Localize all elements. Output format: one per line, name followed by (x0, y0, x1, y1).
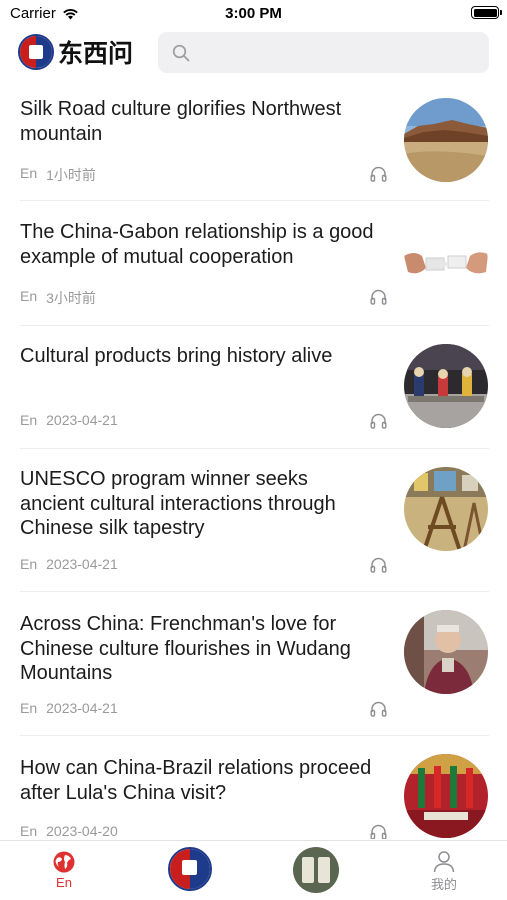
news-item[interactable]: The China-Gabon relationship is a good e… (0, 202, 507, 326)
news-title: How can China-Brazil relations proceed a… (20, 757, 372, 804)
tab-label: En (56, 875, 72, 890)
headphones-icon[interactable] (370, 557, 387, 573)
news-thumbnail (404, 467, 488, 551)
news-title: Cultural products bring history alive (20, 345, 333, 367)
status-bar: Carrier 3:00 PM (0, 0, 507, 28)
news-lang: En (20, 823, 38, 839)
news-thumbnail (404, 98, 488, 182)
status-time: 3:00 PM (225, 5, 282, 22)
news-meta: En 1小时前 (20, 165, 96, 185)
news-thumbnail (404, 610, 488, 694)
globe-icon (53, 851, 75, 873)
hanxue-seal-icon (293, 847, 339, 893)
news-time: 2023-04-21 (46, 700, 118, 716)
news-meta: En 2023-04-21 (20, 412, 118, 428)
news-title: Silk Road culture glorifies Northwest mo… (20, 98, 342, 145)
headphones-icon[interactable] (370, 413, 387, 429)
news-time: 2023-04-21 (46, 556, 118, 572)
news-meta: En 2023-04-21 (20, 700, 118, 716)
news-time: 1小时前 (46, 167, 96, 183)
news-meta: En 2023-04-20 (20, 823, 118, 839)
news-item[interactable]: How can China-Brazil relations proceed a… (0, 736, 507, 839)
headphones-icon[interactable] (370, 289, 387, 305)
news-item[interactable]: Silk Road culture glorifies Northwest mo… (0, 82, 507, 202)
headphones-icon[interactable] (370, 824, 387, 839)
news-meta: En 3小时前 (20, 288, 96, 308)
news-meta: En 2023-04-21 (20, 556, 118, 572)
news-title: UNESCO program winner seeks ancient cult… (20, 468, 336, 539)
dongxiwen-logo-icon (18, 34, 54, 70)
news-item[interactable]: Cultural products bring history alive En… (0, 326, 507, 448)
tab-bar: En 我的 (0, 840, 507, 900)
app-header: 东西问 (0, 30, 507, 76)
news-lang: En (20, 412, 38, 428)
headphones-icon[interactable] (370, 166, 387, 182)
tab-dongxiwen[interactable] (130, 841, 250, 900)
news-time: 2023-04-20 (46, 823, 118, 839)
news-lang: En (20, 556, 38, 572)
battery-icon (471, 6, 502, 19)
news-title: Across China: Frenchman's love for Chine… (20, 613, 351, 684)
news-thumbnail (404, 344, 488, 428)
tab-label: 我的 (430, 877, 457, 892)
tab-en[interactable]: En (4, 841, 124, 900)
divider (20, 200, 489, 201)
search-input[interactable] (158, 32, 489, 73)
tab-hanxue[interactable] (256, 841, 376, 900)
news-title: The China-Gabon relationship is a good e… (20, 221, 374, 268)
app-logo-text: 东西问 (58, 39, 134, 68)
news-lang: En (20, 165, 38, 181)
search-icon (172, 44, 190, 62)
headphones-icon[interactable] (370, 701, 387, 717)
news-item[interactable]: UNESCO program winner seeks ancient cult… (0, 449, 507, 592)
app-logo[interactable]: 东西问 (18, 34, 133, 70)
tab-profile[interactable]: 我的 (384, 841, 504, 900)
news-time: 2023-04-21 (46, 412, 118, 428)
news-list: Silk Road culture glorifies Northwest mo… (0, 82, 507, 839)
news-time: 3小时前 (46, 290, 96, 306)
dongxiwen-logo-icon (168, 847, 212, 891)
news-item[interactable]: Across China: Frenchman's love for Chine… (0, 592, 507, 736)
news-thumbnail (404, 754, 488, 838)
news-lang: En (20, 288, 38, 304)
news-thumbnail (404, 220, 488, 304)
person-icon (433, 851, 455, 873)
news-lang: En (20, 700, 38, 716)
